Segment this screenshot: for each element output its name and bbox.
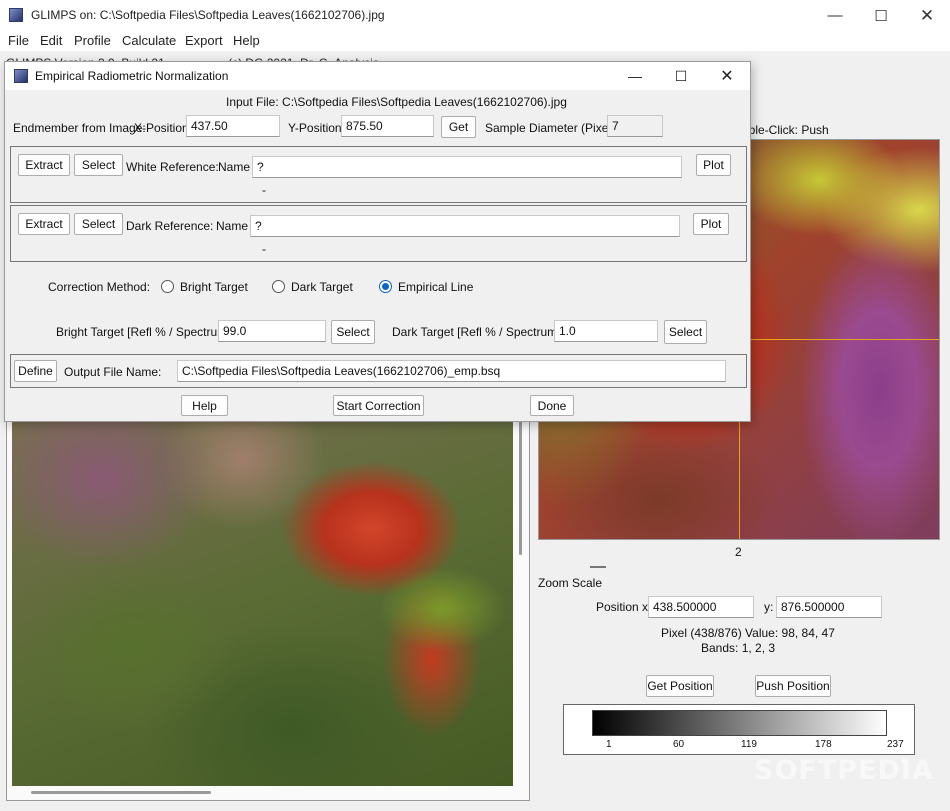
push-position-button[interactable]: Push Position [755, 675, 831, 697]
menu-help[interactable]: Help [233, 33, 260, 48]
pixel-value-info: Pixel (438/876) Value: 98, 84, 47 [661, 626, 835, 640]
help-button[interactable]: Help [181, 395, 228, 416]
y-position-label: Y-Position: [288, 121, 345, 135]
define-button[interactable]: Define [14, 360, 57, 382]
dialog-app-icon [14, 69, 28, 83]
dark-reference-group: Extract Select Dark Reference: Name ? Pl… [10, 205, 747, 262]
dark-info: - [262, 242, 266, 256]
menu-bar: File Edit Profile Calculate Export Help [0, 31, 950, 51]
sample-diameter-field[interactable]: 7 [607, 115, 663, 137]
start-correction-button[interactable]: Start Correction [333, 395, 424, 416]
dark-target-option-label[interactable]: Dark Target [291, 280, 353, 294]
output-group: Define Output File Name: C:\Softpedia Fi… [10, 354, 747, 388]
white-name-label: Name [218, 160, 251, 174]
menu-edit[interactable]: Edit [40, 33, 62, 48]
zoom-factor: 2 [735, 545, 742, 559]
bright-target-field[interactable]: 99.0 [218, 320, 326, 342]
main-title-bar: GLIMPS on: C:\Softpedia Files\Softpedia … [0, 0, 950, 31]
output-file-label: Output File Name: [64, 365, 162, 379]
image-viewer-pane[interactable] [6, 394, 530, 801]
white-select-button[interactable]: Select [74, 154, 123, 176]
done-button[interactable]: Done [530, 395, 574, 416]
maximize-icon[interactable]: ☐ [858, 0, 904, 31]
white-extract-button[interactable]: Extract [18, 154, 70, 176]
white-name-field[interactable]: ? [252, 156, 682, 178]
scale-tick: 237 [887, 739, 904, 750]
empirical-normalization-dialog: Empirical Radiometric Normalization — ☐ … [4, 61, 751, 422]
get-button[interactable]: Get [441, 116, 476, 138]
dark-target-select-button[interactable]: Select [664, 320, 707, 344]
zoom-slider-handle[interactable] [590, 566, 606, 568]
dialog-minimize-icon[interactable]: — [612, 62, 658, 90]
watermark-dot [901, 758, 906, 763]
scale-tick: 178 [815, 739, 832, 750]
white-reference-label: White Reference: [126, 160, 219, 174]
minimize-icon[interactable]: — [812, 0, 858, 31]
full-image[interactable] [12, 399, 513, 786]
dialog-close-icon[interactable]: ✕ [704, 62, 750, 90]
gray-scale-legend: 1 60 119 178 237 [563, 704, 915, 755]
white-reference-group: Extract Select White Reference: Name ? P… [10, 146, 747, 203]
empirical-line-option-label[interactable]: Empirical Line [398, 280, 473, 294]
position-y-label: y: [764, 600, 774, 614]
position-x-label: Position x: [596, 600, 652, 614]
empirical-line-radio[interactable] [379, 280, 392, 293]
correction-method-label: Correction Method: [48, 280, 151, 294]
menu-export[interactable]: Export [185, 33, 223, 48]
menu-calculate[interactable]: Calculate [122, 33, 176, 48]
double-click-hint: uble-Click: Push [742, 123, 829, 137]
dark-plot-button[interactable]: Plot [693, 213, 729, 235]
position-y-field[interactable]: 876.500000 [776, 596, 882, 618]
dialog-maximize-icon[interactable]: ☐ [658, 62, 704, 90]
output-file-field[interactable]: C:\Softpedia Files\Softpedia Leaves(1662… [177, 360, 726, 382]
horizontal-scrollbar[interactable] [31, 791, 211, 794]
scale-tick: 119 [741, 739, 757, 750]
dark-select-button[interactable]: Select [74, 213, 123, 235]
dialog-title-bar: Empirical Radiometric Normalization — ☐ … [5, 62, 750, 90]
bright-target-select-button[interactable]: Select [331, 320, 375, 344]
bright-target-option-label[interactable]: Bright Target [180, 280, 248, 294]
bands-info: Bands: 1, 2, 3 [701, 641, 776, 655]
x-position-label: X-Position: [134, 121, 193, 135]
dialog-title: Empirical Radiometric Normalization [35, 69, 229, 83]
vertical-scrollbar[interactable] [519, 417, 522, 555]
sample-diameter-label: Sample Diameter (Pixels): [485, 121, 625, 135]
get-position-button[interactable]: Get Position [646, 675, 714, 697]
dark-extract-button[interactable]: Extract [18, 213, 70, 235]
dark-name-label: Name [216, 219, 249, 233]
x-position-field[interactable]: 437.50 [186, 115, 280, 137]
close-icon[interactable]: ✕ [904, 0, 950, 31]
y-position-field[interactable]: 875.50 [341, 115, 434, 137]
zoom-scale-label: Zoom Scale [538, 576, 603, 590]
white-info: - [262, 183, 266, 197]
bright-target-radio[interactable] [161, 280, 174, 293]
dark-name-field[interactable]: ? [250, 215, 680, 237]
bright-target-label: Bright Target [Refl % / Spectrum]: [56, 325, 234, 339]
scale-tick: 1 [606, 739, 612, 750]
endmember-label: Endmember from Image: [13, 121, 146, 135]
gray-gradient-bar [592, 710, 887, 736]
menu-file[interactable]: File [8, 33, 29, 48]
main-window-title: GLIMPS on: C:\Softpedia Files\Softpedia … [31, 8, 385, 22]
softpedia-watermark: SOFTPEDIA [754, 755, 934, 786]
dark-target-label: Dark Target [Refl % / Spectrum]: [392, 325, 564, 339]
scale-tick: 60 [673, 739, 685, 750]
input-file-label: Input File: C:\Softpedia Files\Softpedia… [226, 95, 567, 109]
white-plot-button[interactable]: Plot [696, 154, 731, 176]
menu-profile[interactable]: Profile [74, 33, 111, 48]
position-x-field[interactable]: 438.500000 [648, 596, 754, 618]
dark-reference-label: Dark Reference: [126, 219, 214, 233]
dark-target-radio[interactable] [272, 280, 285, 293]
dark-target-field[interactable]: 1.0 [554, 320, 658, 342]
app-icon [9, 8, 23, 22]
